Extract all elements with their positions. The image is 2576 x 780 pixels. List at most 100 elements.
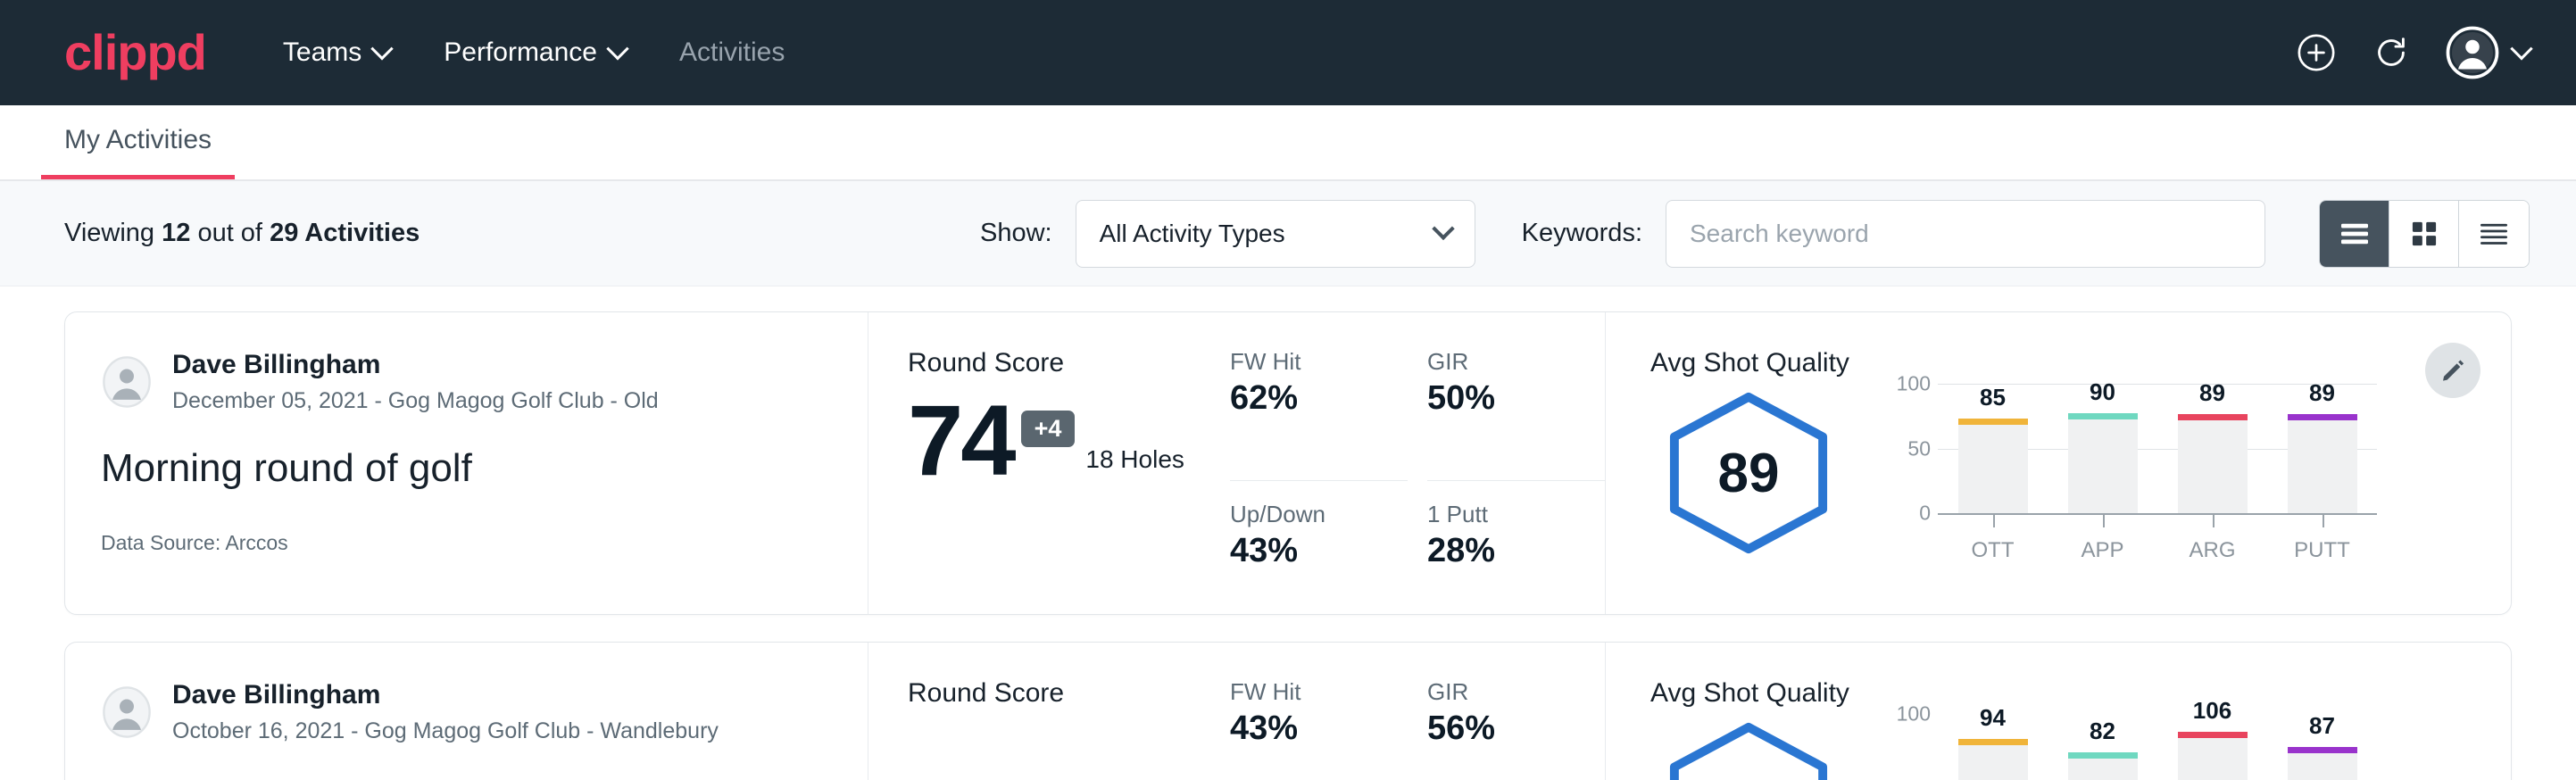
shot-quality-hexagon xyxy=(1650,718,1847,780)
nav-item-label: Teams xyxy=(283,37,361,68)
chart-bar xyxy=(1958,419,2028,513)
chart-bar-group: 90 xyxy=(2048,384,2157,513)
list-view-button[interactable] xyxy=(2320,201,2389,267)
stat-label: Up/Down xyxy=(1230,501,1384,528)
nav-item-label: Activities xyxy=(679,37,785,68)
chart-bar-group: 106 xyxy=(2157,714,2267,780)
y-tick: 100 xyxy=(1897,372,1931,396)
chevron-down-icon xyxy=(371,37,394,60)
app-logo[interactable]: clippd xyxy=(64,28,206,78)
x-tick-label: PUTT xyxy=(2267,538,2377,563)
top-navigation-bar: clippd Teams Performance Activities xyxy=(0,0,2576,105)
activity-info: Dave Billingham October 16, 2021 - Gog M… xyxy=(65,643,868,780)
bar-value-label: 89 xyxy=(2199,379,2225,407)
activity-card[interactable]: Dave Billingham October 16, 2021 - Gog M… xyxy=(64,642,2512,780)
chart-bar-group: 85 xyxy=(1938,384,2048,513)
bar-value-label: 90 xyxy=(2090,378,2115,406)
chart-x-axis: OTTAPPARGPUTT xyxy=(1938,513,2377,563)
chart-bar-group: 87 xyxy=(2267,714,2377,780)
x-tick-label: ARG xyxy=(2157,538,2267,563)
view-mode-toggle xyxy=(2319,200,2530,268)
stat-up-down: Up/Down 43% xyxy=(1230,481,1408,615)
chart-plot-area: 85908989 xyxy=(1938,384,2377,513)
x-tick-mark xyxy=(2323,515,2324,527)
chart-bar xyxy=(2068,413,2138,513)
stat-value: 50% xyxy=(1427,379,1582,418)
stat-value: 28% xyxy=(1427,532,1582,570)
viewing-middle: out of xyxy=(197,219,262,247)
y-tick: 50 xyxy=(1907,436,1931,461)
chart-bar xyxy=(1958,739,2028,780)
x-tick-mark xyxy=(2213,515,2215,527)
refresh-icon xyxy=(2371,32,2412,73)
stat-label: GIR xyxy=(1427,678,1582,706)
nav-item-activities[interactable]: Activities xyxy=(679,37,785,68)
avatar xyxy=(2446,26,2499,79)
bar-value-label: 89 xyxy=(2309,379,2335,407)
pencil-icon xyxy=(2439,356,2467,385)
activity-meta: October 16, 2021 - Gog Magog Golf Club -… xyxy=(172,716,719,747)
bar-cap xyxy=(1958,419,2028,425)
plus-circle-icon xyxy=(2296,32,2337,73)
bar-cap xyxy=(2178,414,2248,420)
chart-bar-group: 89 xyxy=(2267,384,2377,513)
stat-label: FW Hit xyxy=(1230,678,1384,706)
chart-bar-group: 89 xyxy=(2157,384,2267,513)
chart-bar xyxy=(2288,414,2357,513)
nav-item-teams[interactable]: Teams xyxy=(283,37,390,68)
avg-shot-quality-label: Avg Shot Quality xyxy=(1650,678,2511,709)
stat-fw-hit: FW Hit 43% xyxy=(1230,678,1408,780)
toolbar-controls: Show: All Activity Types Keywords: xyxy=(980,200,2530,268)
stat-label: GIR xyxy=(1427,348,1582,376)
activity-type-select[interactable]: All Activity Types xyxy=(1076,200,1475,268)
user-name: Dave Billingham xyxy=(172,348,659,382)
bar-cap xyxy=(1958,739,2028,745)
chevron-down-icon xyxy=(1432,217,1454,239)
round-stats: FW Hit 62% GIR 50% Up/Down 43% 1 Putt 28… xyxy=(1230,312,1605,614)
shot-quality-value: 89 xyxy=(1718,442,1780,505)
bar-value-label: 94 xyxy=(1980,704,2006,732)
hexagon-icon xyxy=(1659,720,1838,780)
activity-list: Dave Billingham December 05, 2021 - Gog … xyxy=(0,286,2576,780)
viewing-count: 12 xyxy=(162,219,190,247)
x-tick-label: APP xyxy=(2048,538,2157,563)
shot-quality-hexagon: 89 xyxy=(1650,388,1847,558)
edit-activity-button[interactable] xyxy=(2425,343,2480,398)
x-tick-mark xyxy=(1993,515,1995,527)
viewing-total: 29 Activities xyxy=(270,219,420,247)
grid-view-button[interactable] xyxy=(2389,201,2459,267)
holes-played: 18 Holes xyxy=(1085,445,1184,474)
data-source: Data Source: Arccos xyxy=(101,531,827,555)
bar-cap xyxy=(2178,732,2248,738)
compact-view-icon xyxy=(2478,220,2510,247)
chart-bar xyxy=(2288,747,2357,780)
refresh-button[interactable] xyxy=(2371,32,2412,73)
account-menu-button[interactable] xyxy=(2446,26,2530,79)
bar-value-label: 87 xyxy=(2309,712,2335,740)
add-button[interactable] xyxy=(2296,32,2337,73)
search-input[interactable] xyxy=(1666,200,2265,268)
chart-bar-group: 94 xyxy=(1938,714,2048,780)
chart-y-axis: 100 50 0 xyxy=(1877,384,1931,513)
stat-value: 43% xyxy=(1230,532,1384,570)
chart-x-labels: OTTAPPARGPUTT xyxy=(1938,538,2377,563)
nav-item-performance[interactable]: Performance xyxy=(444,37,626,68)
activity-user: Dave Billingham December 05, 2021 - Gog … xyxy=(101,348,827,417)
activity-card[interactable]: Dave Billingham December 05, 2021 - Gog … xyxy=(64,311,2512,615)
stat-fw-hit: FW Hit 62% xyxy=(1230,348,1408,481)
x-tick-label: OTT xyxy=(1938,538,2048,563)
axis-line xyxy=(1938,513,2377,515)
main-nav: Teams Performance Activities xyxy=(283,37,785,68)
compact-view-button[interactable] xyxy=(2459,201,2529,267)
top-nav-actions xyxy=(2296,26,2530,79)
viewing-summary: Viewing 12 out of 29 Activities xyxy=(64,219,420,248)
bar-value-label: 106 xyxy=(2193,697,2231,725)
chart-plot-area: 948210687 xyxy=(1938,714,2377,780)
avg-shot-quality-section: Avg Shot Quality 89 100 50 0 xyxy=(1605,312,2511,614)
chevron-down-icon xyxy=(606,37,628,60)
x-tick-mark xyxy=(2103,515,2105,527)
user-name: Dave Billingham xyxy=(172,678,719,712)
filter-toolbar: Viewing 12 out of 29 Activities Show: Al… xyxy=(0,181,2576,286)
tab-my-activities[interactable]: My Activities xyxy=(41,125,235,179)
chart-y-axis: 100 xyxy=(1877,714,1931,780)
